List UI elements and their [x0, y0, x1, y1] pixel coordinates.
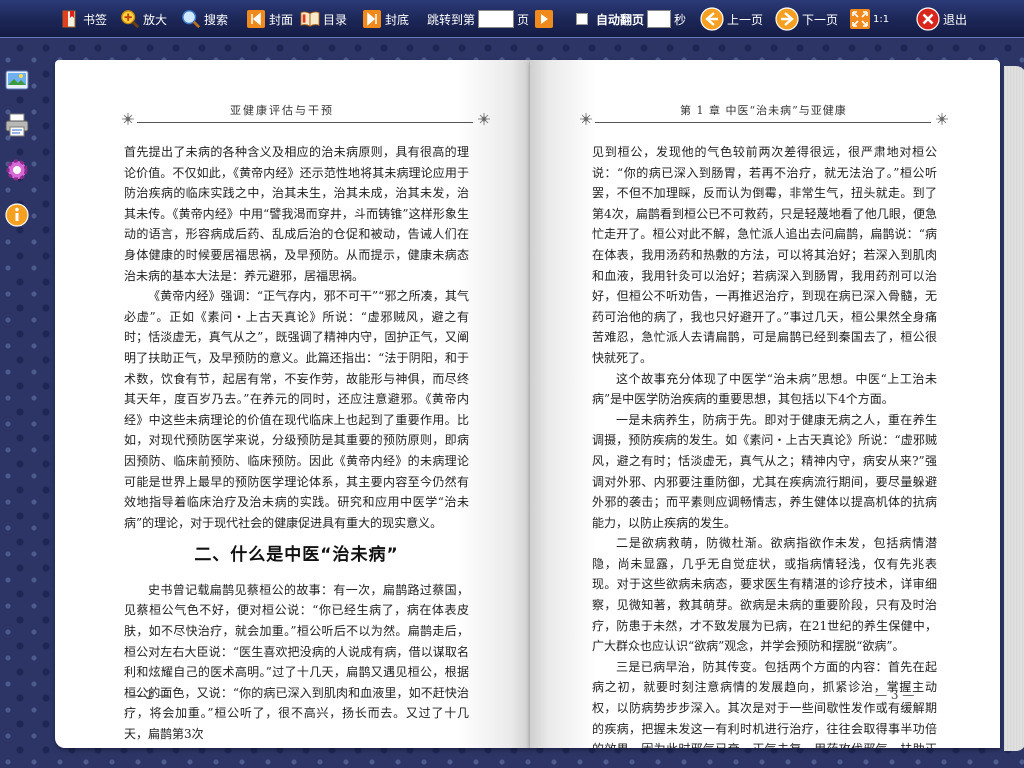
printer-icon	[5, 113, 29, 137]
arrow-right-icon	[775, 7, 799, 31]
paragraph: 这个故事充分体现了中医学“治未病”思想。中医“上工治未病”是中医学防治疾病的重要…	[592, 371, 937, 407]
bookmark-button[interactable]: 书签	[60, 6, 107, 32]
exit-label: 退出	[943, 12, 968, 27]
toc-button[interactable]: 目录	[300, 6, 347, 32]
paragraph: 首先提出了未病的各种含义及相应的治未病原则，具有很高的理论价值。不仅如此，《黄帝…	[124, 145, 469, 283]
page-jump-prefix: 跳转到第	[427, 12, 476, 27]
search-icon	[181, 9, 201, 29]
header-rule-left	[137, 122, 473, 123]
exit-button[interactable]: 退出	[916, 6, 967, 32]
front-cover-button[interactable]: 封面	[246, 6, 293, 32]
previous-page-button[interactable]: 上一页	[700, 6, 763, 32]
paragraph: 《黄帝内经》强调：“正气存内，邪不可干”“邪之所凑，其气必虚”。正如《素问・上古…	[124, 289, 469, 530]
running-header-left: 亚健康评估与干预	[230, 104, 334, 117]
settings-button[interactable]	[3, 156, 31, 184]
auto-flip-label: 自动翻页	[596, 12, 645, 27]
page-jump: 跳转到第 页	[427, 6, 557, 32]
back-cover-label: 封底	[385, 12, 410, 27]
paragraph: 二是欲病救萌，防微杜渐。欲病指欲作未发，包括病情潜隐，尚未显露，几乎无自觉症状，…	[592, 536, 937, 654]
auto-flip-checkbox[interactable]	[576, 13, 588, 25]
paragraph: 三是已病早治，防其传变。包括两个方面的内容：首先在起病之初，就要时刻注意病情的发…	[592, 659, 937, 748]
auto-flip: 自动翻页 秒	[576, 6, 686, 32]
bookmark-icon	[60, 9, 80, 29]
open-book: 亚健康评估与干预 首先提出了未病的各种含义及相应的治未病原则，具有很高的理论价值…	[55, 60, 1024, 752]
zoom-in-button[interactable]: 放大	[120, 6, 167, 32]
page-stack-edge	[1004, 66, 1024, 751]
book-icon	[300, 9, 320, 29]
reader-toolbar: 书签 放大 搜索 封面 目录 封底 跳转到第 页 自动翻页 秒 上一页 下一页 …	[0, 0, 1024, 38]
fit-size-icon	[850, 9, 870, 29]
go-page-button[interactable]	[534, 9, 554, 29]
paragraph: 一是未病养生，防病于先。即对于健康无病之人，重在养生调摄，预防疾病的发生。如《素…	[592, 412, 937, 530]
back-cover-button[interactable]: 封底	[362, 6, 409, 32]
info-icon	[5, 203, 29, 227]
search-label: 搜索	[204, 12, 229, 27]
right-page[interactable]: 第 1 章 中医“治未病”与亚健康 见到桓公，发现他的气色较前两次差得很远，很严…	[530, 60, 1000, 748]
front-cover-label: 封面	[269, 12, 294, 27]
arrow-left-icon	[700, 7, 724, 31]
bookmark-label: 书签	[83, 12, 108, 27]
play-icon	[535, 10, 554, 28]
gear-icon	[6, 159, 28, 181]
zoom-in-label: 放大	[143, 12, 168, 27]
page-number-left: — 2 —	[130, 688, 170, 702]
toc-label: 目录	[323, 12, 348, 27]
about-button[interactable]	[3, 201, 31, 229]
paragraph: 见到桓公，发现他的气色较前两次差得很远，很严肃地对桓公说：“你的病已深入到肠胃，…	[592, 145, 937, 365]
flip-interval-input[interactable]	[647, 10, 672, 28]
last-page-icon	[362, 9, 382, 29]
page-number-right: — 3 —	[875, 688, 915, 702]
right-page-body: 见到桓公，发现他的气色较前两次差得很远，很严肃地对桓公说：“你的病已深入到肠胃，…	[592, 142, 937, 748]
actual-size-button[interactable]: 1:1	[850, 6, 889, 32]
page-jump-suffix: 页	[517, 12, 530, 27]
zoom-in-icon	[120, 9, 140, 29]
thumbnail-button[interactable]	[3, 66, 31, 94]
paragraph: 史书曾记载扁鹊见蔡桓公的故事：有一次，扁鹊路过蔡国，见蔡桓公气色不好，便对桓公说…	[124, 582, 469, 742]
page-number-input[interactable]	[478, 10, 515, 28]
flower-ornament-icon	[580, 113, 592, 125]
flower-ornament-icon	[122, 113, 134, 125]
section-heading: 二、什么是中医“治未病”	[194, 545, 399, 566]
flower-ornament-icon	[478, 113, 490, 125]
seconds-label: 秒	[674, 12, 687, 27]
flower-ornament-icon	[936, 113, 948, 125]
left-page-body: 首先提出了未病的各种含义及相应的治未病原则，具有很高的理论价值。不仅如此，《黄帝…	[124, 142, 469, 745]
picture-icon	[5, 70, 29, 90]
next-page-label: 下一页	[802, 12, 839, 27]
first-page-icon	[246, 9, 266, 29]
next-page-button[interactable]: 下一页	[775, 6, 838, 32]
ratio-label: 1:1	[873, 13, 890, 25]
left-page[interactable]: 亚健康评估与干预 首先提出了未病的各种含义及相应的治未病原则，具有很高的理论价值…	[55, 60, 530, 748]
running-header-right: 第 1 章 中医“治未病”与亚健康	[680, 104, 847, 117]
print-button[interactable]	[3, 111, 31, 139]
close-icon	[916, 7, 940, 31]
previous-page-label: 上一页	[727, 12, 764, 27]
search-button[interactable]: 搜索	[181, 6, 228, 32]
header-rule-right	[595, 122, 931, 123]
